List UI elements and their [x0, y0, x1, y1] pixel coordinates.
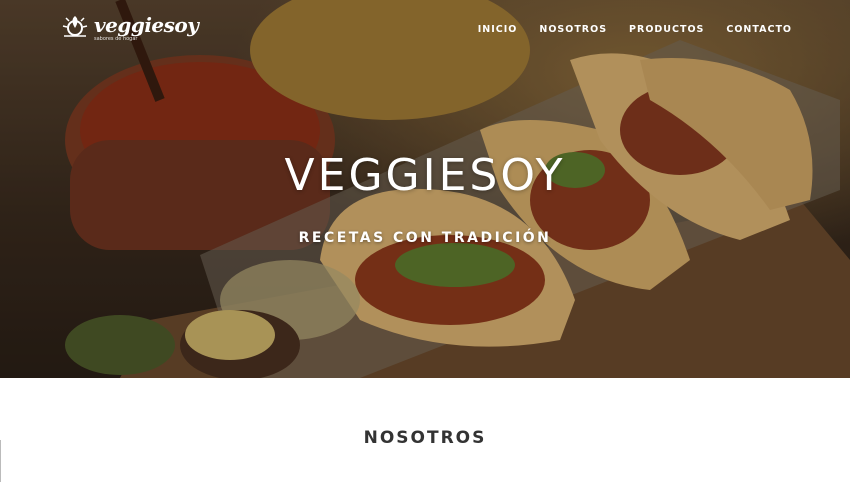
brand-logo[interactable]: veggiesoy sabores de hogar — [60, 12, 199, 42]
hero-banner: veggiesoy sabores de hogar INICIO NOSOTR… — [0, 0, 850, 378]
brand-tagline: sabores de hogar — [94, 36, 138, 42]
nav-link-productos[interactable]: PRODUCTOS — [629, 24, 704, 35]
nav-link-inicio[interactable]: INICIO — [478, 24, 518, 35]
nav-link-nosotros[interactable]: NOSOTROS — [539, 24, 607, 35]
hero-subtitle: RECETAS CON TRADICIÓN — [298, 230, 552, 246]
section-title-nosotros: NOSOTROS — [363, 428, 487, 448]
nav-link-contacto[interactable]: CONTACTO — [726, 24, 792, 35]
hero-title: VEGGIESOY — [284, 150, 566, 201]
main-menu: INICIO NOSOTROS PRODUCTOS CONTACTO — [478, 24, 792, 35]
top-navigation: veggiesoy sabores de hogar INICIO NOSOTR… — [0, 0, 850, 58]
brand-name: veggiesoy — [94, 13, 199, 37]
page-left-border — [0, 440, 1, 482]
sun-leaf-logo-icon — [62, 16, 88, 37]
